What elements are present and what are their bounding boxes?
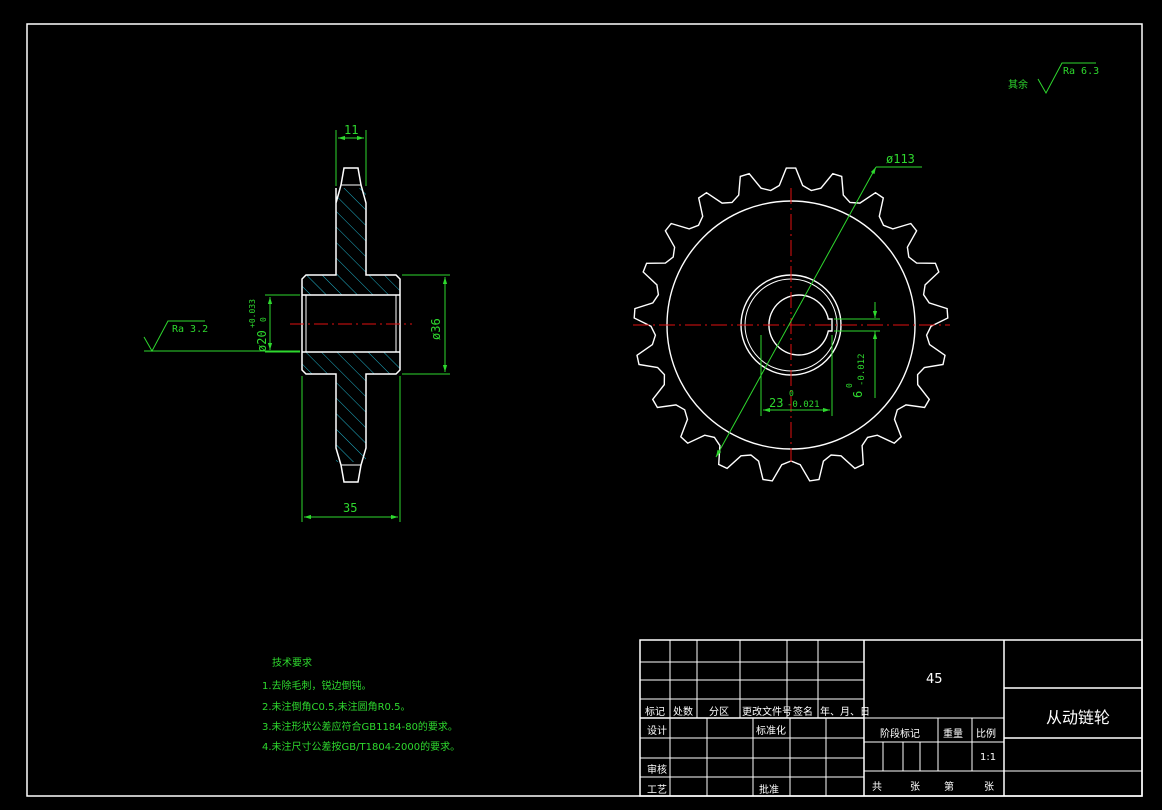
drawing-border: [26, 23, 1143, 797]
dim-bore-value: ø20: [255, 330, 269, 352]
tb-scale: 比例: [976, 729, 996, 740]
tb-revision-date: 年、月、日: [820, 707, 870, 718]
dim-keyway-width-value: 6: [851, 391, 865, 398]
roughness-default-value: Ra 6.3: [1063, 66, 1099, 77]
tech-req-item: 2.未注倒角C0.5,未注圆角R0.5。: [262, 702, 411, 713]
dim-keyway-width-tol-upper: 0: [845, 383, 854, 388]
tb-sheet: 张: [910, 782, 920, 793]
dim-hub-diameter-value: ø36: [429, 318, 443, 340]
dim-keyway-depth: 23 0 -0.021: [760, 335, 833, 416]
roughness-bore-value: Ra 3.2: [172, 324, 208, 335]
tb-scale-value: 1:1: [980, 752, 997, 763]
drawing-canvas: 其余 Ra 6.3 11 35 ø36 ø20 +0.033 0 Ra 3.2 …: [26, 23, 1143, 797]
tb-weight: 重量: [943, 729, 963, 740]
dim-keyway-depth-tol-lower: -0.021: [787, 400, 820, 410]
dim-thickness-value: 11: [344, 123, 358, 137]
section-view: [290, 167, 412, 483]
dim-outer-diameter: ø113: [715, 152, 922, 458]
dim-keyway-depth-tol-upper: 0: [789, 389, 794, 398]
tb-sheet-total: 共: [872, 782, 882, 793]
dim-bore-tol-lower: 0: [259, 317, 268, 322]
tb-material: 45: [926, 672, 943, 687]
tb-design: 设计: [647, 726, 667, 737]
front-view: [633, 167, 950, 482]
section-hatch-region: [302, 188, 400, 462]
dim-keyway-width-tol-lower: -0.012: [857, 353, 867, 386]
dim-bore-tol-upper: +0.033: [248, 299, 257, 328]
tech-req-title: 技术要求: [272, 658, 312, 669]
dim-hub-diameter: ø36: [402, 274, 450, 375]
dim-outer-diameter-value: ø113: [886, 152, 915, 166]
tb-revision-mark: 标记: [645, 707, 665, 718]
tb-process: 工艺: [647, 785, 667, 796]
tb-review: 审核: [647, 765, 667, 776]
tb-sheet-no: 第: [944, 782, 954, 793]
roughness-prefix: 其余: [1008, 78, 1028, 91]
tech-req-item: 4.未注尺寸公差按GB/T1804-2000的要求。: [262, 742, 461, 753]
tb-revision-doc: 更改文件号: [742, 707, 792, 718]
tech-req-item: 1.去除毛刺，锐边倒钝。: [262, 681, 372, 692]
tech-req-item: 3.未注形状公差应符合GB1184-80的要求。: [262, 722, 458, 733]
tb-approve: 批准: [759, 785, 779, 796]
tb-revision-zone: 分区: [709, 707, 729, 718]
tb-revision-sign: 签名: [793, 707, 813, 718]
dim-thickness: 11: [335, 123, 367, 186]
tb-sheet2: 张: [984, 782, 994, 793]
tb-revision-count: 处数: [673, 707, 693, 718]
bore-roughness-symbol: Ra 3.2: [143, 320, 300, 353]
dim-keyway-depth-value: 23: [769, 396, 783, 410]
tb-part-name: 从动链轮: [1046, 708, 1111, 727]
default-roughness-symbol: 其余 Ra 6.3: [1008, 62, 1099, 95]
tb-standardization: 标准化: [756, 726, 786, 737]
tb-stage-mark: 阶段标记: [880, 729, 920, 740]
dim-hub-length-value: 35: [343, 501, 357, 515]
